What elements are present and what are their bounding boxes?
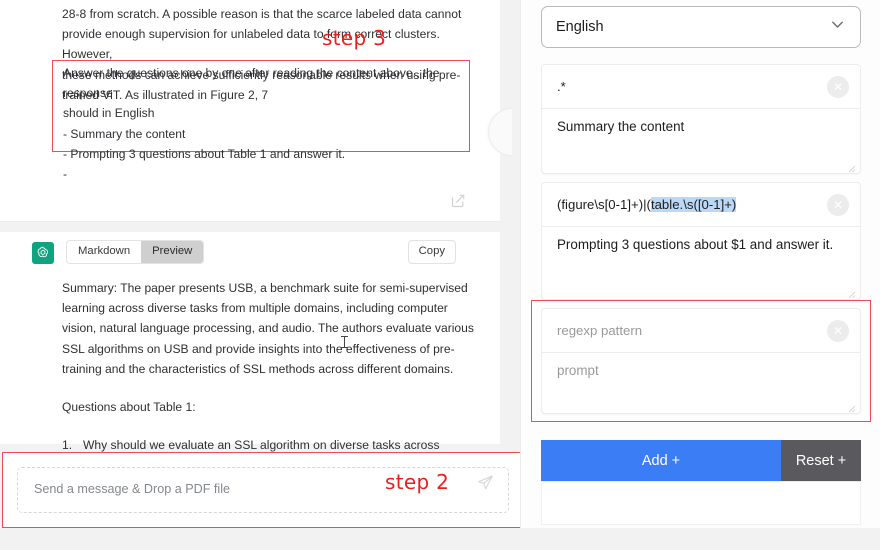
language-select[interactable]: English: [541, 6, 861, 48]
app-root: 28-8 from scratch. A possible reason is …: [0, 0, 880, 550]
assistant-message-card: Markdown Preview Copy Summary: The paper…: [0, 232, 500, 472]
resize-grip-icon[interactable]: [846, 160, 856, 173]
prompt-input[interactable]: Prompting 3 questions about $1 and answe…: [557, 235, 845, 255]
language-select-value: English: [556, 19, 604, 35]
action-buttons: Add + Reset +: [541, 440, 861, 482]
clear-x-icon[interactable]: ✕: [827, 76, 849, 98]
tab-preview[interactable]: Preview: [141, 241, 204, 264]
resize-grip-icon[interactable]: [846, 286, 856, 299]
prompt-line: should in English: [63, 106, 155, 121]
rule-card: regexp pattern ✕ prompt: [541, 308, 861, 414]
chevron-down-icon: [829, 16, 846, 38]
rules-pane: English .* ✕ Summary the content (figure…: [520, 0, 880, 550]
send-paper-plane-icon[interactable]: [477, 474, 494, 491]
regex-pattern-input[interactable]: regexp pattern: [542, 309, 860, 353]
copy-button[interactable]: Copy: [407, 240, 456, 265]
tab-markdown[interactable]: Markdown: [67, 241, 142, 264]
rule-card: .* ✕ Summary the content: [541, 64, 861, 174]
rules-footer: [541, 483, 861, 525]
prompt-line: - Prompting 3 questions about Table 1 an…: [63, 146, 346, 161]
view-mode-tabs: Markdown Preview: [66, 240, 205, 265]
pattern-text: (figure\s[0-1]+)|(: [557, 197, 651, 212]
pattern-placeholder: regexp pattern: [557, 323, 643, 338]
regex-pattern-input[interactable]: (figure\s[0-1]+)|(table.\s([0-1]+): [542, 183, 860, 227]
prompt-line: Answer the questions one by one after re…: [63, 66, 440, 101]
step2-annotation: step 2: [385, 470, 450, 494]
edit-icon[interactable]: [450, 193, 466, 209]
pattern-text: .*: [557, 79, 566, 94]
prompt-input[interactable]: prompt: [557, 361, 845, 381]
text-cursor-icon: [341, 336, 348, 348]
add-button[interactable]: Add +: [541, 440, 781, 481]
assistant-answer: Summary: The paper presents USB, a bench…: [62, 278, 476, 476]
prompt-instructions: Answer the questions one by one after re…: [63, 63, 463, 184]
doc-line: 28-8 from scratch. A possible reason is …: [62, 7, 462, 21]
step3-highlight-box: Answer the questions one by one after re…: [52, 60, 470, 181]
step3-annotation: step 3: [322, 26, 387, 50]
prompt-line: - Summary the content: [63, 126, 186, 141]
resize-grip-icon[interactable]: [846, 400, 856, 413]
questions-heading: Questions about Table 1:: [62, 400, 196, 415]
doc-line: provide enough supervision for unlabeled…: [62, 27, 440, 62]
prompt-line: -: [63, 167, 68, 182]
chat-pane: 28-8 from scratch. A possible reason is …: [0, 0, 520, 550]
pattern-selected-text: table.\s([0-1]+): [650, 197, 737, 212]
reset-button[interactable]: Reset +: [781, 440, 861, 481]
clear-x-icon[interactable]: ✕: [827, 194, 849, 216]
composer-placeholder: Send a message & Drop a PDF file: [34, 482, 230, 496]
rule-card: (figure\s[0-1]+)|(table.\s([0-1]+) ✕ Pro…: [541, 182, 861, 300]
openai-logo-icon: [32, 242, 54, 264]
clear-x-icon[interactable]: ✕: [827, 320, 849, 342]
answer-summary: Summary: The paper presents USB, a bench…: [62, 281, 474, 376]
regex-pattern-input[interactable]: .*: [542, 65, 860, 109]
user-message-card: 28-8 from scratch. A possible reason is …: [0, 0, 500, 222]
right-bottom-strip: [520, 528, 880, 550]
prompt-input[interactable]: Summary the content: [557, 117, 845, 137]
